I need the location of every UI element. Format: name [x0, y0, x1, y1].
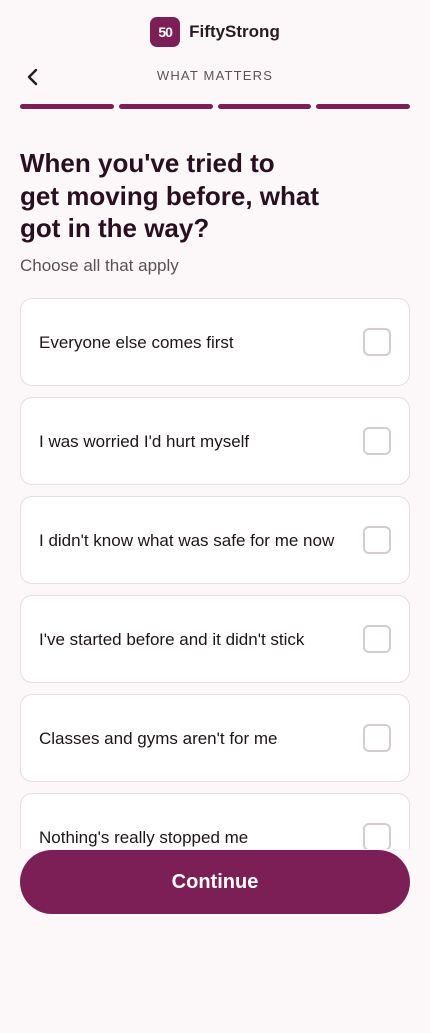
option-didnt-know-safe[interactable]: I didn't know what was safe for me now [20, 496, 410, 584]
option-checkbox[interactable] [363, 526, 391, 554]
option-worried-hurt[interactable]: I was worried I'd hurt myself [20, 397, 410, 485]
step-title: WHAT MATTERS [156, 68, 274, 83]
option-everyone-else-first[interactable]: Everyone else comes first [20, 298, 410, 386]
option-label: Nothing's really stopped me [39, 827, 249, 847]
option-checkbox[interactable] [363, 625, 391, 653]
option-label: Everyone else comes first [39, 332, 234, 352]
option-checkbox[interactable] [363, 328, 391, 356]
brand-name: FiftyStrong [189, 22, 280, 41]
options-list: Everyone else comes first I was worried … [20, 298, 410, 849]
app-logo: 50 [150, 17, 181, 47]
option-label: I didn't know what was safe for me now [39, 530, 335, 550]
question-title: When you've tried to get moving before, … [20, 148, 320, 243]
progress-segment [118, 104, 213, 109]
brand-header: 50 FiftyStrong [0, 17, 430, 47]
question-hint: Choose all that apply [20, 256, 179, 275]
progress-segment [217, 104, 312, 109]
option-checkbox[interactable] [363, 823, 391, 849]
option-didnt-stick[interactable]: I've started before and it didn't stick [20, 595, 410, 683]
progress-bar [20, 104, 410, 109]
progress-segment [20, 104, 114, 109]
option-label: Classes and gyms aren't for me [39, 728, 278, 748]
continue-button[interactable]: Continue [20, 850, 410, 914]
progress-segment [316, 104, 410, 109]
option-label: I was worried I'd hurt myself [39, 431, 250, 451]
option-label: I've started before and it didn't stick [39, 629, 305, 649]
option-nothing-stopped[interactable]: Nothing's really stopped me [20, 793, 410, 849]
option-checkbox[interactable] [363, 427, 391, 455]
option-checkbox[interactable] [363, 724, 391, 752]
option-classes-gyms[interactable]: Classes and gyms aren't for me [20, 694, 410, 782]
